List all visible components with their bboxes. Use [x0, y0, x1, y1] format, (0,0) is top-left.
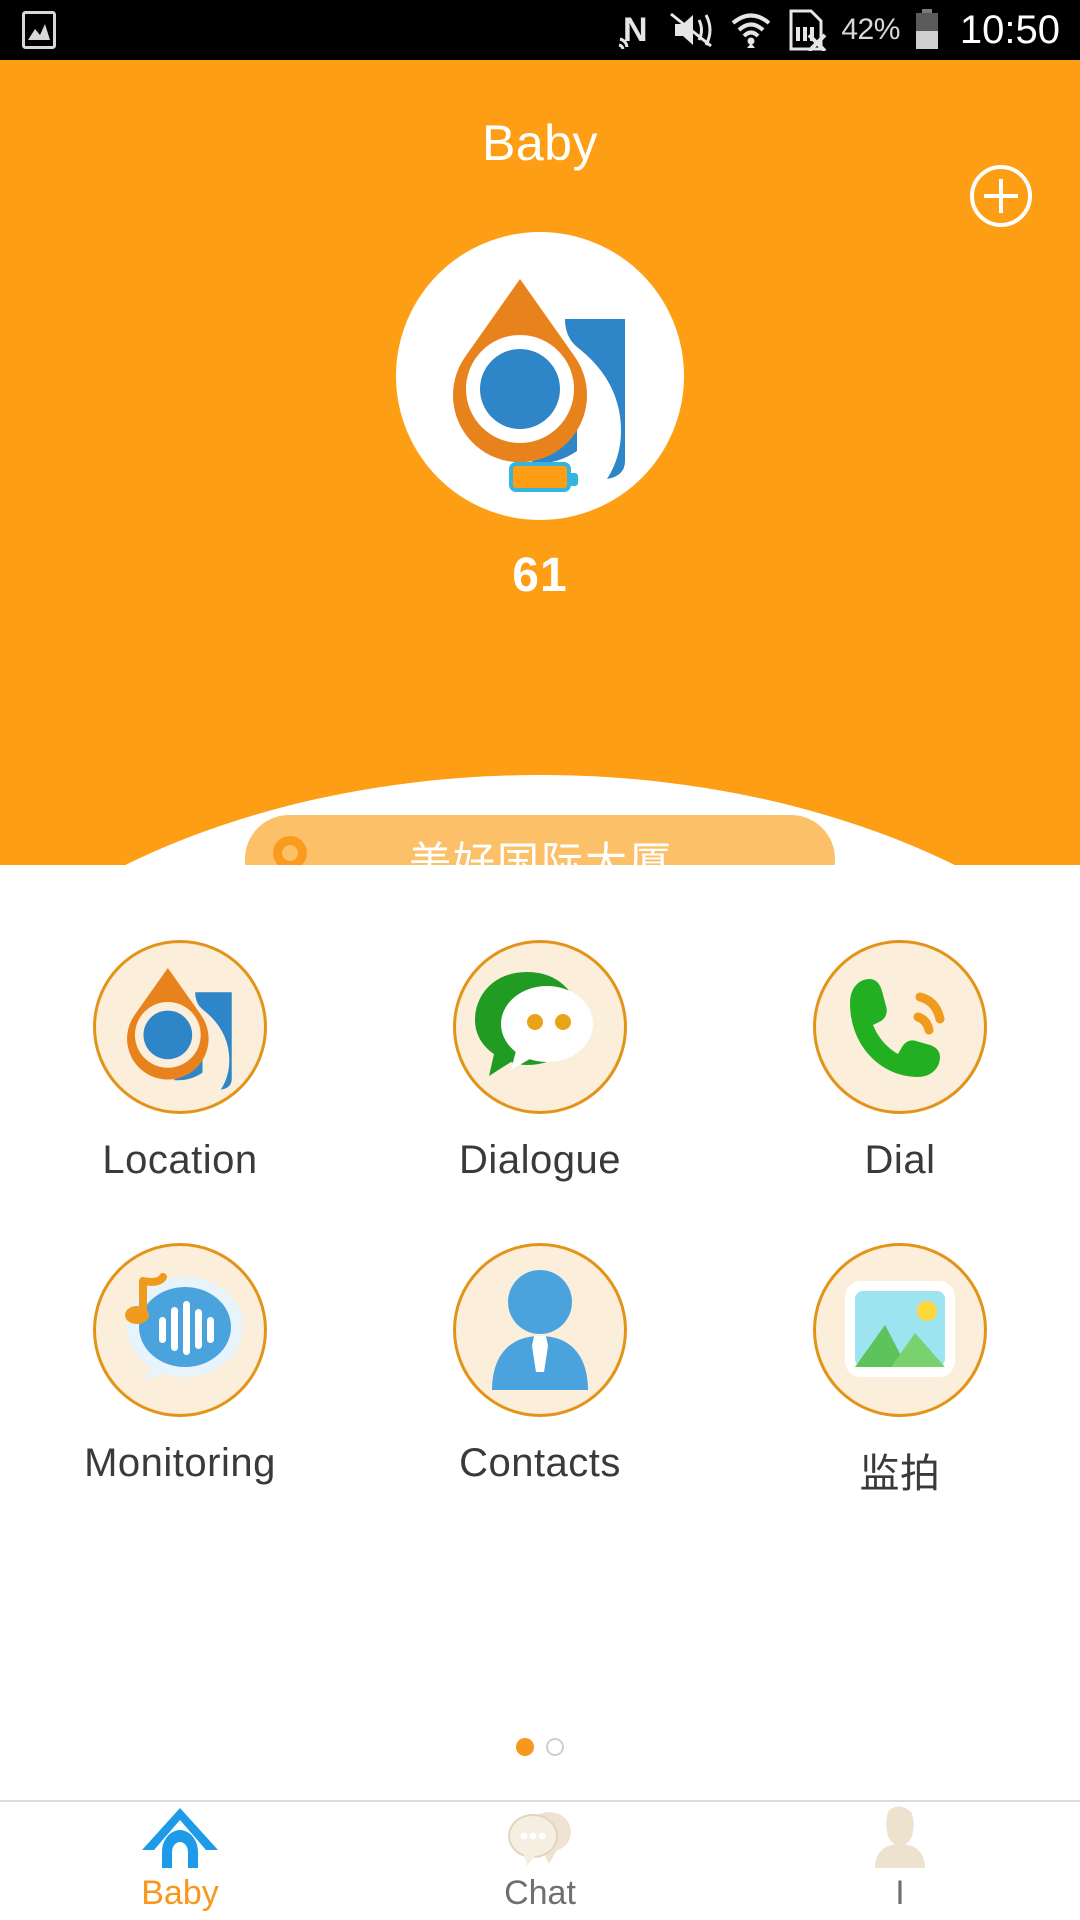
battery-percent-label: 42% [841, 13, 900, 46]
nav-item-label: Chat [504, 1874, 576, 1912]
status-bar-left [0, 11, 56, 49]
avatar-circle [396, 232, 684, 520]
speech-bubble-green-icon [453, 940, 627, 1114]
plus-icon-vertical [999, 179, 1003, 213]
bottom-navigation: Baby Chat I [0, 1800, 1080, 1920]
person-profile-icon [865, 1806, 935, 1868]
nav-item-chat[interactable]: Chat [360, 1802, 720, 1920]
device-battery-value: 61 [512, 549, 568, 602]
status-bar-clock: 10:50 [959, 7, 1060, 52]
device-avatar[interactable] [396, 232, 684, 520]
nav-item-label: Baby [141, 1874, 219, 1912]
grid-item-label: 监拍 [859, 1451, 941, 1497]
nav-item-baby[interactable]: Baby [0, 1802, 360, 1920]
grid-item-label: Dialogue [459, 1138, 621, 1182]
voice-wave-bubble-icon [93, 1243, 267, 1417]
app-grid: Location Dialogue Dial Monitoring Contac… [0, 940, 1080, 1499]
person-contact-icon [453, 1243, 627, 1417]
grid-item-photo[interactable]: 监拍 [720, 1243, 1080, 1499]
grid-item-location[interactable]: Location [0, 940, 360, 1183]
nav-item-profile[interactable]: I [720, 1802, 1080, 1920]
grid-item-dialogue[interactable]: Dialogue [360, 940, 720, 1183]
status-bar: N 42% 10:50 [0, 0, 1080, 60]
sound-mute-icon [669, 10, 715, 50]
phone-handset-icon [813, 940, 987, 1114]
battery-icon [914, 9, 940, 51]
add-device-button[interactable] [970, 165, 1032, 227]
wifi-icon [729, 10, 773, 50]
page-title: Baby [482, 115, 598, 171]
image-icon [22, 11, 56, 49]
nav-item-label: I [895, 1874, 905, 1912]
grid-item-monitoring[interactable]: Monitoring [0, 1243, 360, 1499]
grid-item-contacts[interactable]: Contacts [360, 1243, 720, 1499]
sim-card-error-icon [787, 9, 827, 51]
grid-item-label: Location [102, 1138, 258, 1182]
location-label: 美好国际大厦 [408, 837, 673, 866]
photo-picture-icon [813, 1243, 987, 1417]
home-icon [138, 1806, 222, 1868]
status-bar-right: N 42% 10:50 [617, 8, 1080, 53]
grid-item-label: Dial [864, 1138, 936, 1182]
header-panel: Baby 61 美好国际大厦 [0, 60, 1080, 865]
droplet-logo-icon [93, 940, 267, 1114]
map-pin-icon [273, 836, 307, 865]
nfc-icon: N [617, 9, 655, 51]
page-dot-active[interactable] [516, 1738, 534, 1756]
grid-item-label: Contacts [459, 1441, 621, 1485]
chat-bubbles-icon [501, 1806, 579, 1868]
grid-item-dial[interactable]: Dial [720, 940, 1080, 1183]
grid-item-label: Monitoring [84, 1441, 276, 1485]
location-pill[interactable]: 美好国际大厦 [245, 815, 835, 865]
device-battery-badge [509, 462, 578, 492]
page-dot-inactive[interactable] [546, 1738, 564, 1756]
app-logo-droplet-icon [453, 279, 625, 479]
page-indicator [0, 1738, 1080, 1756]
